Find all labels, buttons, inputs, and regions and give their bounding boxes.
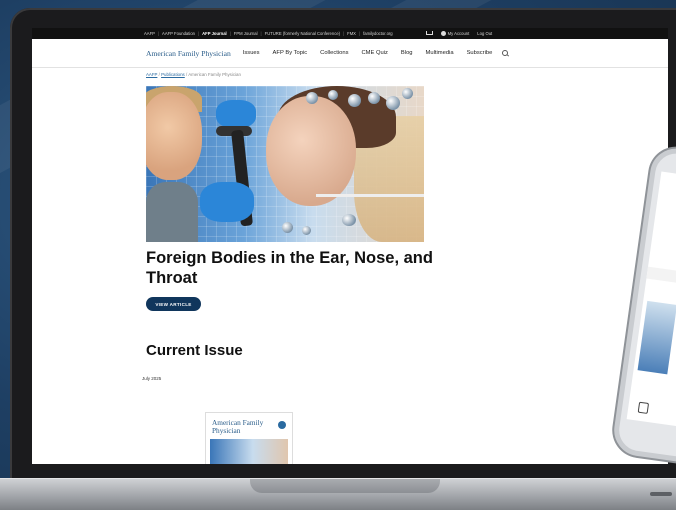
current-issue-heading: Current Issue [146,342,243,359]
issue-date: July 2025 [142,376,162,381]
nav-item-cme-quiz[interactable]: CME Quiz [362,50,388,56]
laptop-foot [650,492,672,496]
nav-item-issues[interactable]: Issues [243,50,260,56]
cart-icon[interactable] [425,30,433,36]
breadcrumb: AAFP / Publications / American Family Ph… [146,72,241,77]
utility-link-fmx[interactable]: FMX [347,31,356,36]
breadcrumb-current: American Family Physician [188,72,241,77]
utility-link-future[interactable]: FUTURE (formerly National Conference) [265,31,340,36]
utility-link-afp-journal[interactable]: AFP Journal [202,31,227,36]
view-article-button[interactable]: VIEW ARTICLE [146,297,201,311]
cover-badge [278,421,286,429]
breadcrumb-link-aafp[interactable]: AAFP [146,72,157,77]
nav-item-collections[interactable]: Collections [320,50,348,56]
utility-link-familydoctor[interactable]: familydoctor.org [363,31,393,36]
article-title[interactable]: Foreign Bodies in the Ear, Nose, and Thr… [146,248,436,288]
logout-link[interactable]: Log Out [477,31,492,36]
utility-link-fpm-journal[interactable]: FPM Journal [234,31,258,36]
nav-item-blog[interactable]: Blog [401,50,413,56]
cover-image [210,439,288,464]
nav-item-subscribe[interactable]: Subscribe [467,50,493,56]
search-icon[interactable] [502,50,509,56]
issue-cover[interactable]: American Family Physician [206,413,292,464]
browser-viewport: AAFP | AAFP Foundation | AFP Journal | F… [32,28,668,464]
nav-item-afp-by-topic[interactable]: AFP By Topic [273,50,308,56]
utility-link-aafp[interactable]: AAFP [144,31,155,36]
doctor-illustration [266,96,356,206]
nav-item-multimedia[interactable]: Multimedia [426,50,454,56]
phone-header-bar [646,266,676,289]
child-illustration [146,92,202,180]
breadcrumb-link-publications[interactable]: Publications [161,72,185,77]
utility-bar: AAFP | AAFP Foundation | AFP Journal | F… [32,28,668,39]
laptop-notch [250,479,440,493]
nav-menu: Issues AFP By Topic Collections CME Quiz… [243,50,493,56]
account-icon [440,31,446,37]
phone-thumbnail [637,300,676,375]
main-nav: American Family Physician Issues AFP By … [32,39,668,68]
utility-link-foundation[interactable]: AAFP Foundation [162,31,195,36]
lock-icon [637,401,650,414]
hero-image[interactable] [146,86,424,242]
my-account-link[interactable]: My Account [440,31,469,37]
laptop-base [0,478,676,510]
brand-logo[interactable]: American Family Physician [146,49,231,58]
cover-title: American Family Physician [212,418,264,435]
